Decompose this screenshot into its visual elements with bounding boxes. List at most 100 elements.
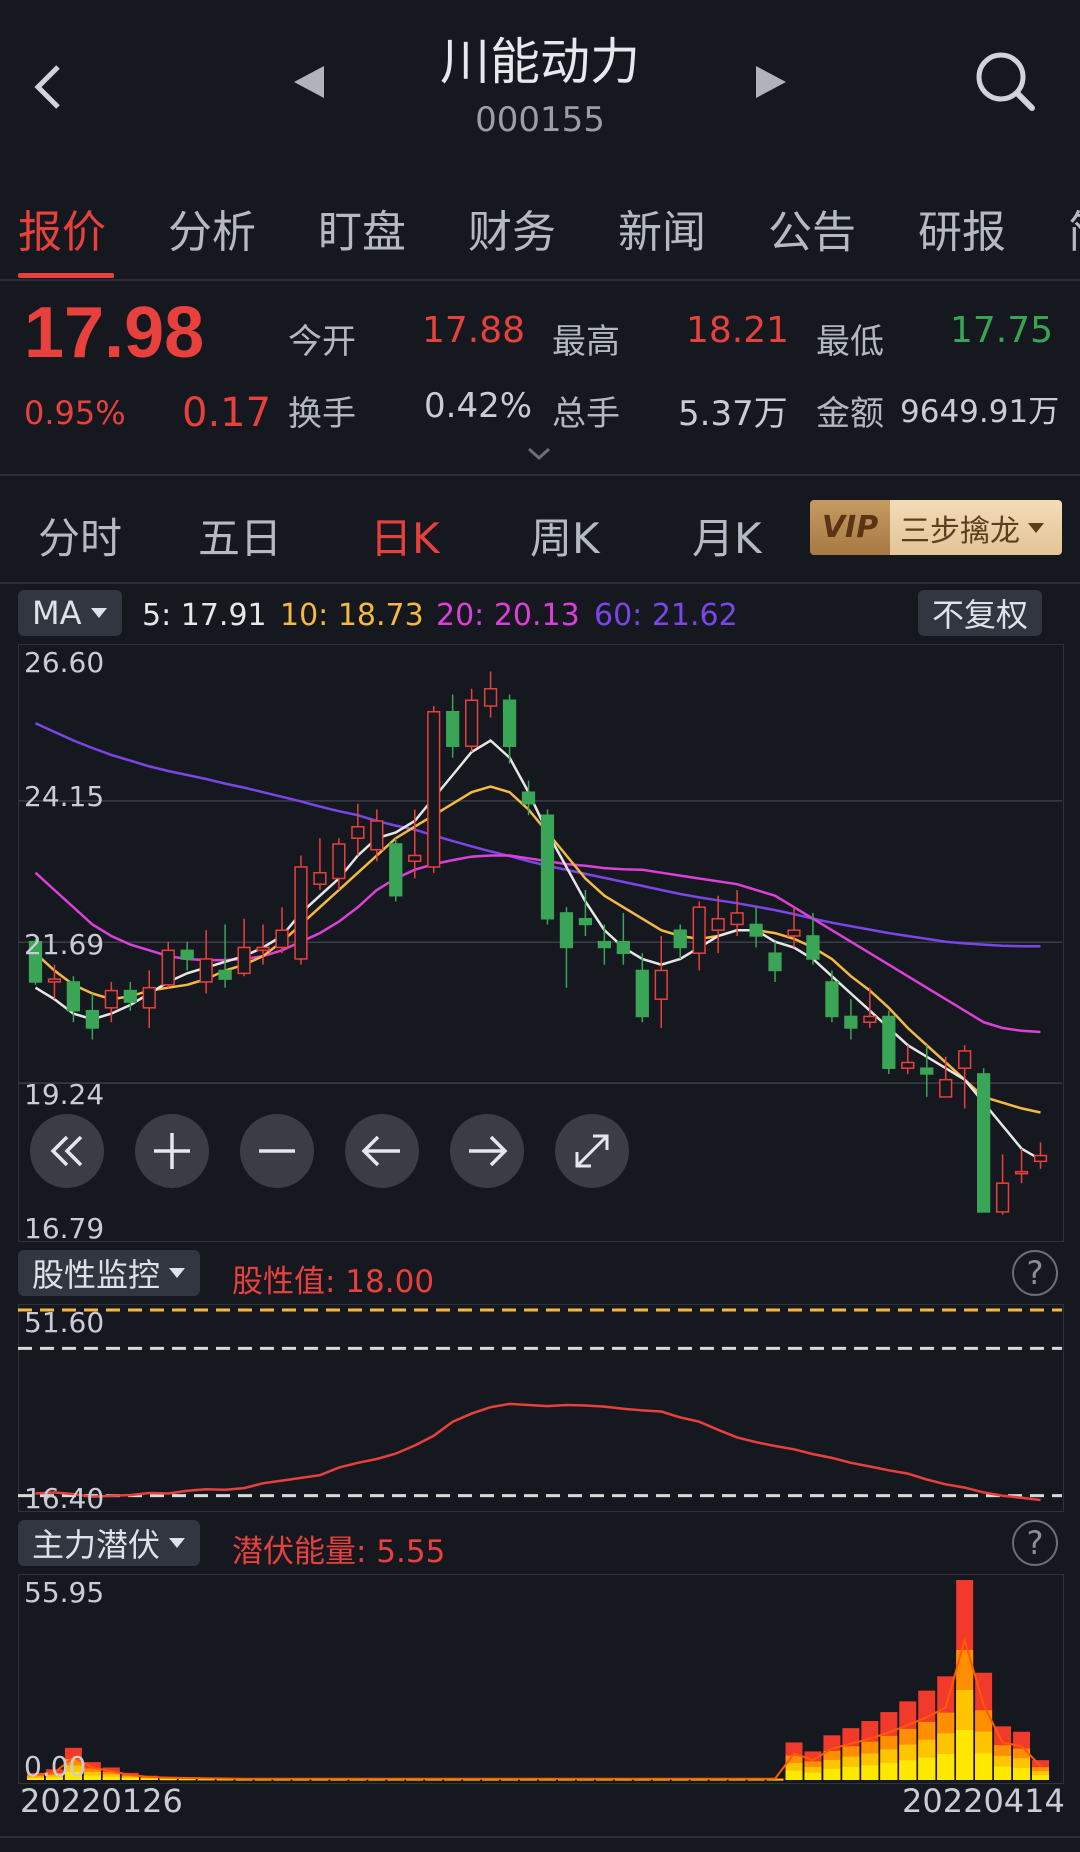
zoom-out-icon	[259, 1149, 295, 1153]
energy-bar-segment	[102, 1776, 120, 1780]
energy-bar	[956, 1580, 974, 1780]
change-amount: 0.17	[182, 390, 272, 436]
energy-bar-segment	[368, 1779, 386, 1781]
energy-bar	[937, 1676, 955, 1780]
candle	[427, 705, 441, 873]
indicator2-value: 潜伏能量: 5.55	[232, 1534, 446, 1570]
adjust-button[interactable]: 不复权	[918, 590, 1043, 636]
next-stock-button[interactable]	[754, 64, 788, 104]
candle	[882, 1010, 896, 1074]
energy-bar-segment	[444, 1779, 462, 1781]
low-label: 最低	[816, 322, 884, 362]
indicator1-chart[interactable]	[18, 1304, 1062, 1510]
indicator2-ytick-bottom: 0.00	[24, 1750, 87, 1783]
period-divider	[0, 582, 1080, 584]
candle-body	[502, 699, 517, 747]
tab-finance[interactable]: 财务	[468, 196, 556, 260]
energy-bar-segment	[463, 1779, 481, 1781]
tab-profile[interactable]: 简	[1068, 196, 1080, 260]
energy-bar-segment	[956, 1730, 974, 1780]
period-5day[interactable]: 五日	[198, 505, 282, 566]
tab-analysis[interactable]: 分析	[168, 196, 256, 260]
candle-body	[787, 929, 801, 937]
candle-body	[939, 1078, 953, 1098]
indicator1-help-button[interactable]: ?	[1012, 1250, 1058, 1296]
amount-value: 9649.91万	[900, 394, 1060, 430]
chevron-down-icon	[527, 447, 551, 461]
energy-bar-segment	[273, 1779, 291, 1781]
caret-down-icon	[169, 1268, 186, 1278]
energy-bar-segment	[861, 1765, 879, 1780]
caret-down-icon	[90, 608, 107, 618]
ma-selector[interactable]: MA	[18, 590, 122, 636]
tab-quote[interactable]: 报价	[18, 196, 106, 260]
energy-bar-segment	[140, 1778, 158, 1780]
energy-bar-segment	[1032, 1775, 1049, 1780]
ma10-value: 10: 18.73	[280, 598, 424, 633]
ma-selector-label: MA	[32, 594, 82, 632]
candle-body	[768, 952, 782, 972]
kline-ytick-1: 24.15	[24, 780, 105, 813]
indicator2-chart[interactable]	[18, 1574, 1062, 1782]
tab-announcement[interactable]: 公告	[768, 196, 856, 260]
period-monthly[interactable]: 月K	[692, 505, 762, 566]
candle-body	[559, 912, 574, 949]
candle	[578, 889, 593, 936]
energy-bar-segment	[899, 1760, 917, 1780]
zoom-in-button[interactable]	[135, 1114, 209, 1188]
indicator2-selector[interactable]: 主力潜伏	[18, 1520, 201, 1566]
volume-label: 总手	[552, 394, 620, 434]
candle-body	[427, 710, 441, 868]
vip-strategy-button[interactable]: VIP 三步擒龙	[810, 500, 1062, 555]
candle-body	[180, 949, 194, 960]
candle-body	[825, 981, 839, 1018]
tab-research[interactable]: 研报	[918, 196, 1006, 260]
candle-body	[237, 946, 251, 975]
energy-bar-segment	[842, 1767, 860, 1780]
candle-body	[332, 843, 346, 880]
rewind-button[interactable]	[30, 1114, 104, 1188]
period-intraday[interactable]: 分时	[38, 505, 122, 566]
period-daily[interactable]: 日K	[370, 505, 440, 566]
candle	[199, 930, 213, 994]
tab-news[interactable]: 新闻	[618, 196, 706, 260]
question-icon: ?	[1026, 1524, 1044, 1562]
candle	[483, 671, 498, 718]
energy-bar	[918, 1690, 936, 1780]
candle	[597, 924, 611, 965]
energy-bar-segment	[254, 1779, 272, 1781]
scroll-right-button[interactable]	[450, 1114, 524, 1188]
candle	[692, 901, 706, 971]
candle-body	[313, 871, 327, 885]
candle-body	[66, 981, 81, 1012]
candle	[446, 694, 460, 758]
indicator2-help-button[interactable]: ?	[1012, 1520, 1058, 1566]
candle-body	[85, 1009, 99, 1029]
search-button[interactable]	[974, 50, 1038, 118]
expand-quote-button[interactable]	[526, 446, 552, 466]
candle-body	[977, 1073, 991, 1213]
candle-body	[863, 1015, 877, 1023]
candle-body	[597, 940, 611, 949]
stock-code: 000155	[475, 100, 605, 140]
candle	[749, 907, 763, 948]
tab-watch[interactable]: 盯盘	[318, 196, 406, 260]
candle-body	[806, 935, 820, 960]
scroll-left-button[interactable]	[345, 1114, 419, 1188]
zoom-out-button[interactable]	[240, 1114, 314, 1188]
high-value: 18.21	[686, 310, 790, 351]
stock-name: 川能动力	[440, 33, 640, 91]
energy-bar-segment	[557, 1779, 575, 1781]
triangle-right-icon	[756, 66, 786, 98]
indicator1-selector[interactable]: 股性监控	[18, 1250, 201, 1296]
ma20-line	[34, 854, 1041, 1034]
indicator1-ytick-top: 51.60	[24, 1306, 105, 1339]
kline-ytick-0: 26.60	[24, 646, 105, 679]
period-weekly[interactable]: 周K	[530, 505, 600, 566]
candle	[465, 688, 479, 752]
energy-bar-segment	[330, 1779, 348, 1781]
fullscreen-button[interactable]	[555, 1114, 629, 1188]
candle-body	[123, 989, 137, 1003]
candle	[673, 924, 687, 959]
energy-bar	[899, 1701, 917, 1780]
